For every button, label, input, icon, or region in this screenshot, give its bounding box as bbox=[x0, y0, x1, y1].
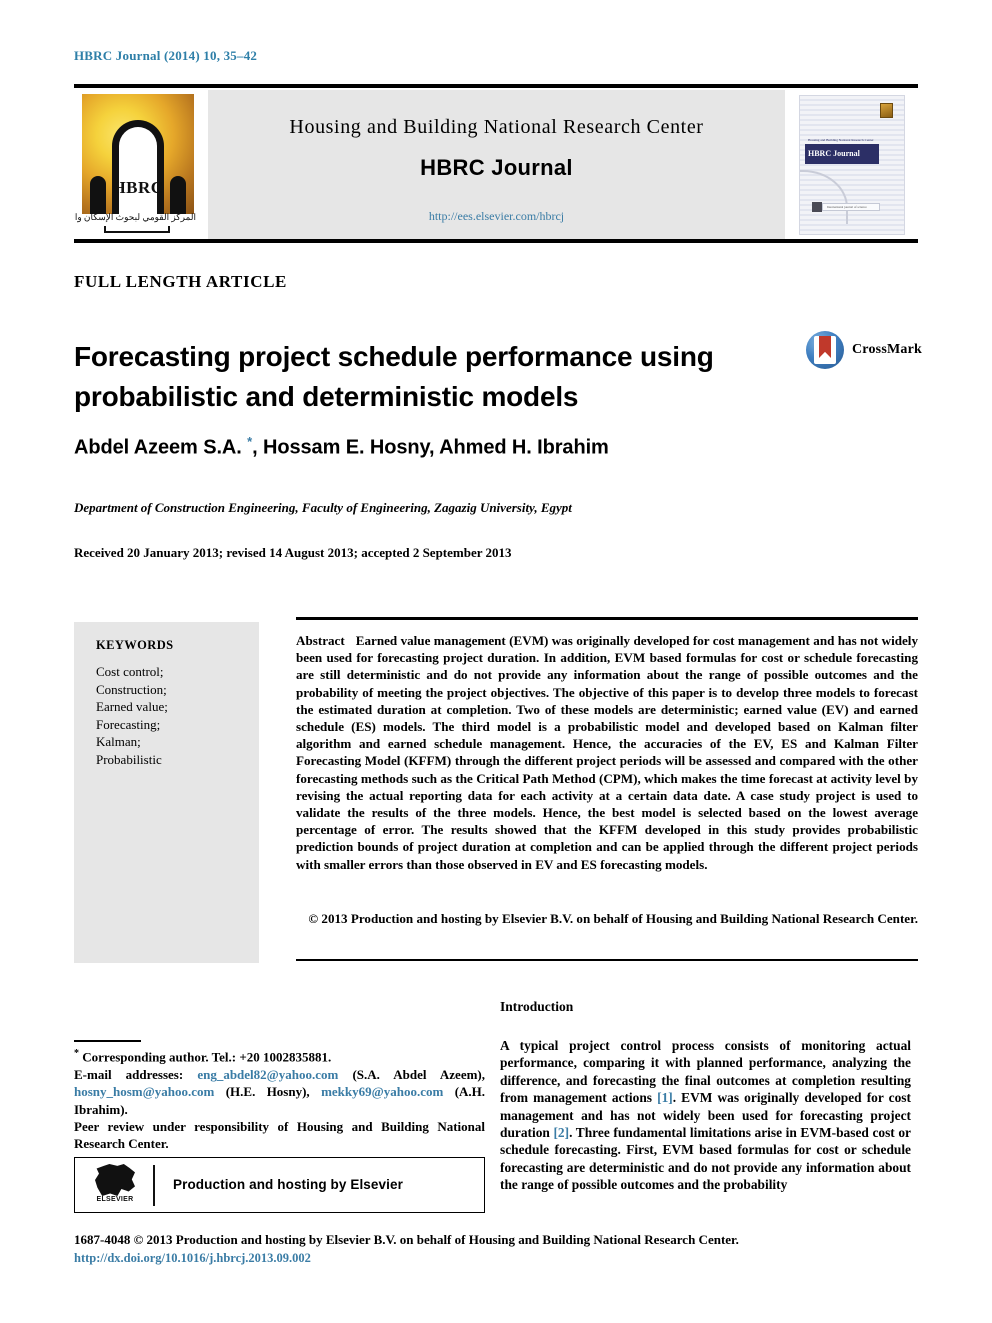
cover-footer-text: International journal of science bbox=[827, 205, 867, 209]
email-owner-1: (S.A. Abdel Azeem), bbox=[352, 1066, 485, 1082]
masthead-rule-top bbox=[74, 84, 918, 88]
hbrc-logo: HBRC المركز القومي لبحوث الإسكان والبناء bbox=[74, 90, 208, 239]
email-addresses-note: E-mail addresses: eng_abdel82@yahoo.com … bbox=[74, 1066, 485, 1118]
cover-swoosh-graphic bbox=[800, 170, 848, 224]
keywords-panel: KEYWORDS Cost control; Construction; Ear… bbox=[74, 622, 259, 963]
abstract-body: Earned value management (EVM) was origin… bbox=[296, 633, 918, 872]
introduction-paragraph: A typical project control process consis… bbox=[500, 1037, 911, 1194]
author-others: , Hossam E. Hosny, Ahmed H. Ibrahim bbox=[252, 436, 609, 459]
keywords-heading: KEYWORDS bbox=[96, 638, 174, 652]
article-page: HBRC Journal (2014) 10, 35–42 HBRC المرك… bbox=[0, 0, 992, 1323]
cover-image: Housing and Building National Research C… bbox=[799, 95, 905, 235]
email-link-1[interactable]: eng_abdel82@yahoo.com bbox=[197, 1067, 338, 1082]
keywords-list: Cost control; Construction; Earned value… bbox=[96, 664, 168, 767]
crossmark-badge[interactable]: CrossMark bbox=[806, 331, 922, 371]
affiliation: Department of Construction Engineering, … bbox=[74, 500, 572, 515]
elsevier-divider bbox=[153, 1165, 155, 1206]
email-link-3[interactable]: mekky69@yahoo.com bbox=[321, 1084, 443, 1099]
issn-copyright-line: 1687-4048 © 2013 Production and hosting … bbox=[74, 1232, 739, 1247]
page-title: Forecasting project schedule performance… bbox=[74, 340, 714, 412]
doi-link[interactable]: http://dx.doi.org/10.1016/j.hbrcj.2013.0… bbox=[74, 1251, 311, 1266]
cover-chip-icon bbox=[812, 202, 822, 212]
hbrc-logo-acronym: HBRC bbox=[112, 178, 164, 197]
abstract-copyright: © 2013 Production and hosting by Elsevie… bbox=[308, 911, 918, 926]
journal-title: HBRC Journal bbox=[420, 155, 573, 180]
email-link-2[interactable]: hosny_hosm@yahoo.com bbox=[74, 1084, 214, 1099]
crossmark-circle-icon bbox=[806, 331, 844, 369]
footnote-star-marker: * bbox=[74, 1048, 79, 1059]
masthead-center-panel: Housing and Building National Research C… bbox=[208, 90, 785, 239]
abstract-block: Abstract Earned value management (EVM) wa… bbox=[296, 632, 918, 873]
corresponding-author-note: * Corresponding author. Tel.: +20 100283… bbox=[74, 1045, 485, 1066]
elsevier-tree-icon bbox=[95, 1164, 135, 1196]
crossmark-label: CrossMark bbox=[852, 342, 922, 357]
hbrc-logo-art: HBRC bbox=[82, 94, 194, 214]
author-list: Abdel Azeem S.A. *, Hossam E. Hosny, Ahm… bbox=[74, 434, 609, 460]
cover-corner-icon bbox=[880, 103, 893, 118]
citation-ref-2[interactable]: [2] bbox=[553, 1125, 569, 1140]
abstract-rule-top bbox=[296, 617, 918, 620]
arch-icon bbox=[112, 120, 164, 214]
cover-band-title: HBRC Journal bbox=[805, 144, 879, 164]
abstract-heading: Abstract bbox=[296, 633, 345, 648]
abstract-rule-bottom bbox=[296, 959, 918, 961]
footnote-rule bbox=[74, 1040, 141, 1042]
elsevier-wordmark: ELSEVIER bbox=[96, 1196, 134, 1203]
logo-base-icon bbox=[104, 226, 170, 233]
article-history: Received 20 January 2013; revised 14 Aug… bbox=[74, 545, 512, 560]
journal-cover-thumbnail: Housing and Building National Research C… bbox=[785, 90, 918, 239]
journal-url-link[interactable]: http://ees.elsevier.com/hbrcj bbox=[208, 209, 785, 224]
running-head: HBRC Journal (2014) 10, 35–42 bbox=[74, 48, 258, 63]
email-owner-2: (H.E. Hosny), bbox=[225, 1084, 310, 1100]
hbrc-logo-arabic: المركز القومي لبحوث الإسكان والبناء bbox=[74, 212, 196, 222]
corresponding-author-text: Corresponding author. Tel.: +20 10028358… bbox=[82, 1049, 332, 1065]
cover-band-subtitle: Housing and Building National Research C… bbox=[808, 138, 874, 142]
citation-ref-1[interactable]: [1] bbox=[657, 1090, 673, 1105]
footnote-block: * Corresponding author. Tel.: +20 100283… bbox=[74, 1045, 485, 1153]
elsevier-logo: ELSEVIER bbox=[87, 1163, 143, 1208]
elsevier-hosting-text: Production and hosting by Elsevier bbox=[173, 1177, 403, 1192]
elsevier-hosting-box: ELSEVIER Production and hosting by Elsev… bbox=[74, 1157, 485, 1213]
publisher-organization: Housing and Building National Research C… bbox=[289, 116, 704, 138]
email-label: E-mail addresses: bbox=[74, 1066, 184, 1082]
masthead-rule-bottom bbox=[74, 239, 918, 243]
author-primary: Abdel Azeem S.A. bbox=[74, 436, 248, 459]
peer-review-note: Peer review under responsibility of Hous… bbox=[74, 1118, 485, 1152]
article-type-label: FULL LENGTH ARTICLE bbox=[74, 272, 287, 291]
introduction-heading: Introduction bbox=[500, 999, 574, 1014]
journal-masthead: HBRC المركز القومي لبحوث الإسكان والبناء… bbox=[74, 90, 918, 239]
